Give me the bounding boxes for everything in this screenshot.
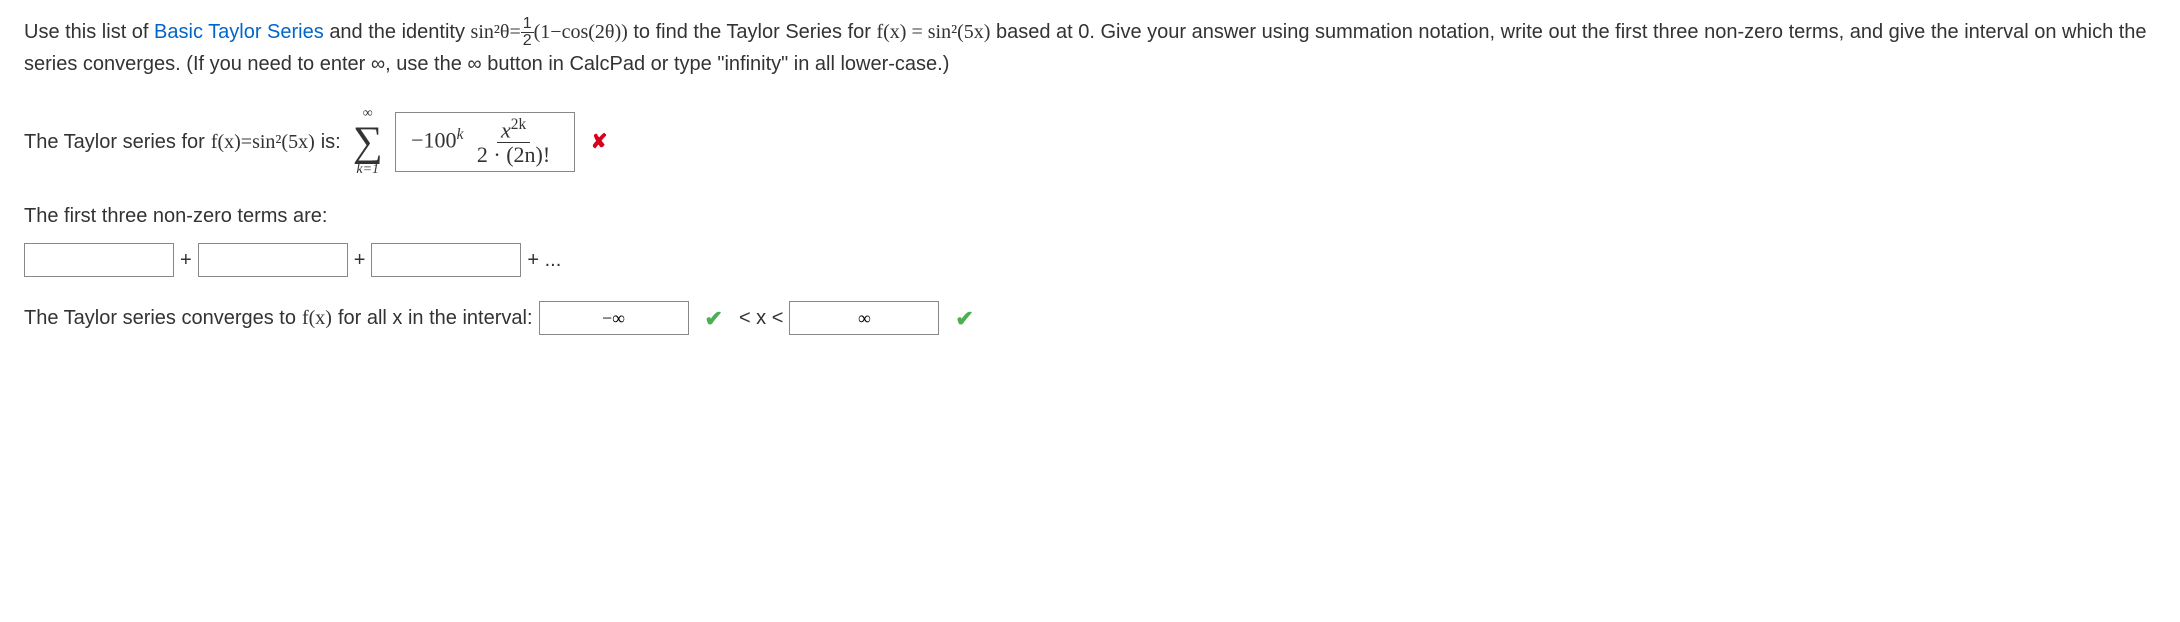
identity-lhs: sin²θ= [471, 21, 521, 43]
interval-upper-input[interactable] [789, 301, 939, 335]
series-answer-box[interactable]: −100k x2k 2 · (2n)! [395, 112, 575, 173]
summation-symbol: ∞ ∑ k=1 [353, 107, 383, 177]
plus-2: + [354, 245, 366, 275]
term-3-input[interactable] [371, 243, 521, 277]
interval-row: The Taylor series converges to f(x) for … [24, 301, 2156, 335]
check-icon-1: ✔ [705, 302, 723, 335]
prompt-text-2: and the identity [329, 21, 470, 43]
interval-between: < x < [739, 303, 783, 333]
term-1-input[interactable] [24, 243, 174, 277]
plus-1: + [180, 245, 192, 275]
series-label-1: The Taylor series for [24, 127, 205, 157]
series-label-2: is: [321, 127, 341, 157]
interval-lower-input[interactable] [539, 301, 689, 335]
series-fx: f(x)=sin²(5x) [211, 127, 315, 157]
wrong-icon: ✘ [591, 127, 608, 157]
prompt-text-3: to find the Taylor Series for [633, 21, 876, 43]
term-2-input[interactable] [198, 243, 348, 277]
interval-label-1: The Taylor series converges to [24, 303, 296, 333]
identity-fraction: 1 2 [521, 16, 534, 49]
terms-row: + + + ... [24, 243, 2156, 277]
prompt-text-1: Use this list of [24, 21, 154, 43]
interval-fx: f(x) [302, 303, 332, 333]
terms-label: The first three non-zero terms are: [24, 201, 2156, 231]
ellipsis: + ... [527, 245, 561, 275]
taylor-series-row: The Taylor series for f(x)=sin²(5x) is: … [24, 107, 2156, 177]
interval-label-2: for all x in the interval: [338, 303, 533, 333]
fx-definition: f(x) = sin²(5x) [876, 21, 990, 43]
identity-rhs: (1−cos(2θ)) [534, 21, 628, 43]
check-icon-2: ✔ [955, 302, 973, 335]
question-prompt: Use this list of Basic Taylor Series and… [24, 16, 2156, 79]
basic-taylor-series-link[interactable]: Basic Taylor Series [154, 21, 324, 43]
